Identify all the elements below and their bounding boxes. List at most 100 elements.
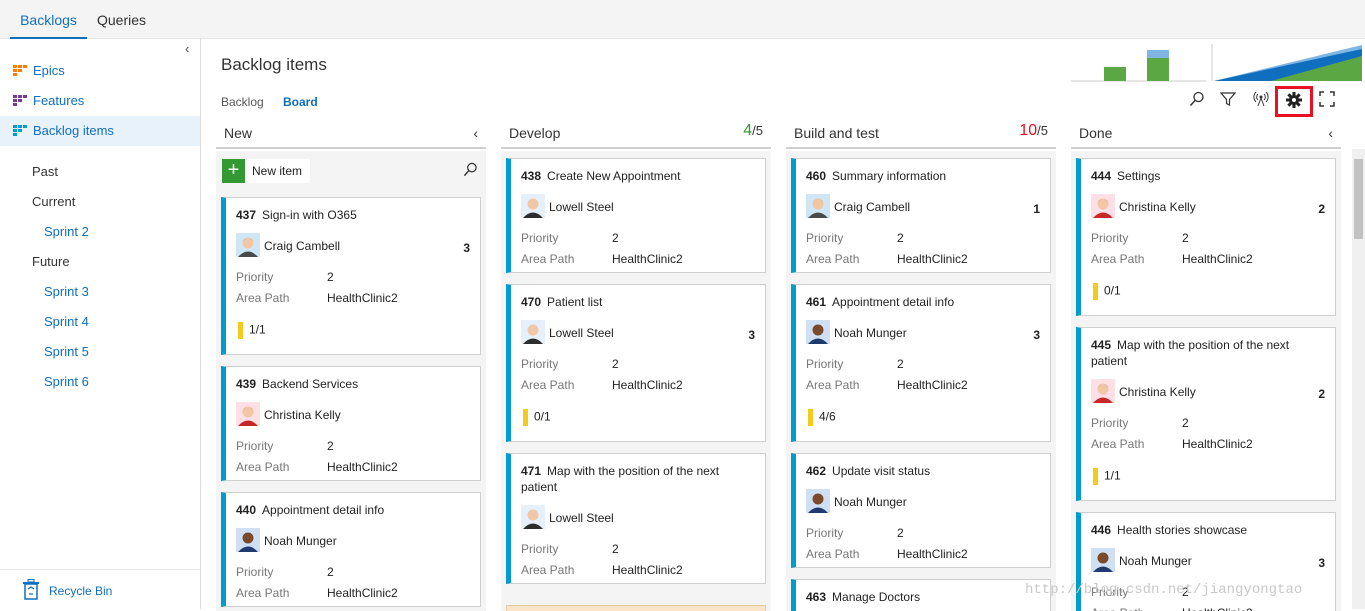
- collapse-sidebar-chevron-icon[interactable]: ‹: [185, 41, 189, 56]
- sidebar-item-sprint-5[interactable]: Sprint 5: [44, 344, 89, 360]
- task-progress[interactable]: 0/1: [523, 409, 551, 426]
- assigned-to[interactable]: Noah Munger: [834, 495, 907, 509]
- area-path-value[interactable]: HealthClinic2: [612, 563, 683, 577]
- area-path-value[interactable]: HealthClinic2: [612, 252, 683, 266]
- board-scrollbar[interactable]: [1352, 149, 1365, 609]
- live-updates-icon[interactable]: [1251, 91, 1271, 111]
- work-item-card[interactable]: 438 Create New Appointment Lowell Steel Pri…: [506, 158, 766, 273]
- collapse-column-chevron-icon[interactable]: ‹: [1328, 125, 1333, 141]
- work-item-card[interactable]: 440 Appointment detail info Noah Munger Pri…: [221, 492, 481, 607]
- work-item-card[interactable]: 471 Map with the position of the next pat…: [506, 453, 766, 584]
- priority-value[interactable]: 2: [327, 565, 334, 579]
- velocity-cfd-mini-charts[interactable]: [1071, 44, 1364, 82]
- area-path-value[interactable]: HealthClinic2: [327, 291, 398, 305]
- priority-value[interactable]: 2: [1182, 231, 1189, 245]
- task-progress[interactable]: 0/1: [1093, 283, 1121, 300]
- area-path-value[interactable]: HealthClinic2: [897, 252, 968, 266]
- card-title[interactable]: 461 Appointment detail info: [806, 294, 1031, 310]
- work-item-card-partial[interactable]: [506, 605, 766, 611]
- work-item-card[interactable]: 470 Patient list Lowell Steel 3 Priority 2 Are…: [506, 284, 766, 442]
- search-icon[interactable]: [1187, 91, 1207, 111]
- assigned-to[interactable]: Lowell Steel: [549, 511, 614, 525]
- tab-queries[interactable]: Queries: [97, 0, 146, 39]
- task-progress[interactable]: 1/1: [1093, 468, 1121, 485]
- collapse-column-chevron-icon[interactable]: ‹: [473, 125, 478, 141]
- effort-value: 2: [1318, 387, 1325, 401]
- new-item-button[interactable]: + New item: [222, 159, 310, 183]
- area-path-value[interactable]: HealthClinic2: [1182, 437, 1253, 451]
- assigned-to[interactable]: Christina Kelly: [264, 408, 341, 422]
- area-path-label: Area Path: [1091, 252, 1145, 266]
- assigned-to[interactable]: Craig Cambell: [264, 239, 340, 253]
- assigned-to[interactable]: Christina Kelly: [1119, 385, 1196, 399]
- column-name: Done: [1079, 125, 1113, 141]
- work-item-card[interactable]: 445 Map with the position of the next pat…: [1076, 327, 1336, 501]
- filter-icon[interactable]: [1218, 91, 1238, 111]
- iteration-current-header: Current: [32, 194, 76, 209]
- tab-backlogs[interactable]: Backlogs: [10, 0, 87, 39]
- sidebar-item-features[interactable]: Features: [0, 86, 200, 116]
- iteration-past[interactable]: Past: [32, 164, 58, 180]
- priority-value[interactable]: 2: [612, 542, 619, 556]
- area-path-value[interactable]: HealthClinic2: [612, 378, 683, 392]
- card-title[interactable]: 444 Settings: [1091, 168, 1316, 184]
- area-path-value[interactable]: HealthClinic2: [327, 460, 398, 474]
- work-item-card[interactable]: 463 Manage Doctors: [791, 579, 1051, 611]
- card-title[interactable]: 470 Patient list: [521, 294, 746, 310]
- card-title[interactable]: 460 Summary information: [806, 168, 1031, 184]
- work-item-card[interactable]: 462 Update visit status Noah Munger Priorit…: [791, 453, 1051, 568]
- work-item-card[interactable]: 460 Summary information Craig Cambell 1 Prio…: [791, 158, 1051, 273]
- card-title[interactable]: 463 Manage Doctors: [806, 589, 1031, 605]
- priority-value[interactable]: 2: [612, 357, 619, 371]
- work-item-card[interactable]: 461 Appointment detail info Noah Munger 3 Pr…: [791, 284, 1051, 442]
- priority-value[interactable]: 2: [897, 231, 904, 245]
- card-title[interactable]: 446 Health stories showcase: [1091, 522, 1316, 538]
- priority-value[interactable]: 2: [327, 439, 334, 453]
- priority-label: Priority: [521, 542, 559, 556]
- assigned-to[interactable]: Lowell Steel: [549, 326, 614, 340]
- left-sidebar: ‹ Epics Features Backlog items Past Curr…: [0, 39, 201, 609]
- priority-value[interactable]: 2: [897, 357, 904, 371]
- assigned-to[interactable]: Noah Munger: [264, 534, 337, 548]
- assigned-to[interactable]: Craig Cambell: [834, 200, 910, 214]
- card-title[interactable]: 438 Create New Appointment: [521, 168, 746, 184]
- priority-value[interactable]: 2: [897, 526, 904, 540]
- card-title[interactable]: 437 Sign-in with O365: [236, 207, 461, 223]
- priority-value[interactable]: 2: [1182, 416, 1189, 430]
- task-progress[interactable]: 1/1: [238, 322, 266, 339]
- area-path-value[interactable]: HealthClinic2: [897, 378, 968, 392]
- sidebar-item-sprint-6[interactable]: Sprint 6: [44, 374, 89, 390]
- pivot-backlog[interactable]: Backlog: [221, 95, 264, 109]
- priority-value[interactable]: 2: [327, 270, 334, 284]
- priority-value[interactable]: 2: [612, 231, 619, 245]
- task-progress[interactable]: 4/6: [808, 409, 836, 426]
- work-item-title: Update visit status: [832, 464, 931, 478]
- card-title[interactable]: 471 Map with the position of the next pat…: [521, 463, 746, 495]
- work-item-card[interactable]: 437 Sign-in with O365 Craig Cambell 3 Priori…: [221, 197, 481, 355]
- card-title[interactable]: 445 Map with the position of the next pat…: [1091, 337, 1316, 369]
- effort-value: 3: [748, 328, 755, 342]
- scrollbar-thumb[interactable]: [1354, 159, 1363, 239]
- area-path-value[interactable]: HealthClinic2: [327, 586, 398, 600]
- area-path-value[interactable]: HealthClinic2: [1182, 252, 1253, 266]
- card-title[interactable]: 440 Appointment detail info: [236, 502, 461, 518]
- settings-gear-icon[interactable]: [1284, 91, 1304, 111]
- work-item-card[interactable]: 439 Backend Services Christina Kelly Priori…: [221, 366, 481, 481]
- fullscreen-icon[interactable]: [1317, 91, 1337, 111]
- sidebar-item-sprint-3[interactable]: Sprint 3: [44, 284, 89, 300]
- area-path-value[interactable]: HealthClinic2: [897, 547, 968, 561]
- sidebar-item-backlog-items[interactable]: Backlog items: [0, 116, 200, 146]
- pivot-board[interactable]: Board: [283, 95, 318, 109]
- assigned-to[interactable]: Noah Munger: [834, 326, 907, 340]
- card-title[interactable]: 439 Backend Services: [236, 376, 461, 392]
- card-title[interactable]: 462 Update visit status: [806, 463, 1031, 479]
- sidebar-item-epics[interactable]: Epics: [0, 56, 200, 86]
- assigned-to[interactable]: Lowell Steel: [549, 200, 614, 214]
- column-search-icon[interactable]: [463, 162, 478, 177]
- recycle-bin-link[interactable]: Recycle Bin: [0, 569, 200, 609]
- work-item-card[interactable]: 444 Settings Christina Kelly 2 Priority 2 Area…: [1076, 158, 1336, 316]
- assigned-to[interactable]: Christina Kelly: [1119, 200, 1196, 214]
- assigned-to[interactable]: Noah Munger: [1119, 554, 1192, 568]
- sidebar-item-sprint-2[interactable]: Sprint 2: [44, 224, 89, 240]
- sidebar-item-sprint-4[interactable]: Sprint 4: [44, 314, 89, 330]
